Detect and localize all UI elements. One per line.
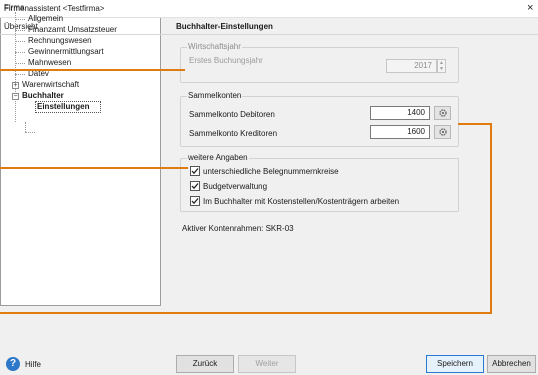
callout-line	[0, 312, 492, 314]
tree-connector	[15, 41, 25, 42]
collapse-minus-icon[interactable]: −	[12, 93, 19, 100]
sammelkonten-label: Sammelkonten	[187, 91, 243, 100]
help-label: Hilfe	[25, 359, 42, 369]
belegnummernkreise-checkbox[interactable]: unterschiedliche Belegnummernkreise	[190, 166, 339, 176]
tree-connector	[15, 30, 25, 31]
navigation-tree[interactable]: Firma Allgemein Finanzamt Umsatzsteuer R…	[0, 0, 161, 306]
gear-icon	[438, 109, 447, 117]
spinner-arrows-icon: ▲ ▼	[437, 59, 446, 73]
debitoren-gear-button[interactable]	[434, 106, 451, 120]
check-icon	[190, 196, 200, 206]
tree-item-gewinnermittlungsart[interactable]: Gewinnermittlungsart	[28, 47, 104, 57]
help-icon: ?	[6, 357, 20, 371]
tree-connector	[15, 63, 25, 64]
erstes-buchungsjahr-field: 2017	[386, 59, 437, 73]
title-bar: Firmenassistent <Testfirma> ×	[0, 0, 538, 18]
budgetverwaltung-checkbox[interactable]: Budgetverwaltung	[190, 181, 267, 191]
callout-line	[458, 123, 492, 125]
callout-line	[0, 69, 185, 71]
next-button: Weiter	[238, 355, 296, 373]
settings-header: Buchhalter-Einstellungen	[176, 22, 273, 31]
callout-line	[490, 123, 492, 314]
kostenstellen-checkbox[interactable]: Im Buchhalter mit Kostenstellen/Kostentr…	[190, 196, 399, 206]
cancel-button[interactable]: Abbrechen	[487, 355, 536, 373]
callout-line	[0, 167, 188, 169]
close-icon[interactable]: ×	[527, 2, 533, 14]
save-button[interactable]: Speichern	[426, 355, 484, 373]
tree-item-einstellungen[interactable]: Einstellungen	[37, 102, 89, 112]
tree-connector	[15, 52, 25, 53]
tree-item-finanzamt[interactable]: Finanzamt Umsatzsteuer	[28, 25, 117, 35]
tree-item-firma[interactable]: Firma	[4, 3, 24, 13]
check-icon	[190, 166, 200, 176]
check-icon	[190, 181, 200, 191]
erstes-buchungsjahr-label: Erstes Buchungsjahr	[189, 56, 263, 65]
back-button[interactable]: Zurück	[176, 355, 234, 373]
tree-connector	[15, 74, 25, 75]
kostenstellen-label: Im Buchhalter mit Kostenstellen/Kostentr…	[203, 196, 400, 206]
wirtschaftsjahr-label: Wirtschaftsjahr	[187, 42, 242, 51]
tree-item-mahnwesen[interactable]: Mahnwesen	[28, 58, 71, 68]
expand-plus-icon[interactable]: +	[12, 82, 19, 89]
weitere-angaben-label: weitere Angaben	[187, 153, 249, 162]
tree-item-allgemein[interactable]: Allgemein	[28, 14, 63, 24]
tree-item-buchhalter[interactable]: Buchhalter	[22, 91, 64, 101]
tree-connector	[15, 12, 16, 122]
belegnummernkreise-label: unterschiedliche Belegnummernkreise	[203, 166, 339, 176]
tree-item-warenwirtschaft[interactable]: Warenwirtschaft	[22, 80, 79, 90]
debitoren-field[interactable]: 1400	[370, 106, 430, 120]
kreditoren-label: Sammelkonto Kreditoren	[189, 129, 278, 138]
kreditoren-field[interactable]: 1600	[370, 125, 430, 139]
tree-connector	[15, 19, 25, 20]
kontenrahmen-text: Aktiver Kontenrahmen: SKR-03	[182, 224, 294, 233]
kreditoren-gear-button[interactable]	[434, 125, 451, 139]
debitoren-label: Sammelkonto Debitoren	[189, 110, 275, 119]
gear-icon	[438, 128, 447, 136]
help-button[interactable]: ? Hilfe	[6, 357, 41, 371]
tree-connector	[25, 132, 35, 133]
tree-connector	[25, 122, 26, 132]
tree-item-rechnungswesen[interactable]: Rechnungswesen	[28, 36, 92, 46]
sammelkonten-group	[180, 96, 459, 147]
budgetverwaltung-label: Budgetverwaltung	[203, 181, 268, 191]
